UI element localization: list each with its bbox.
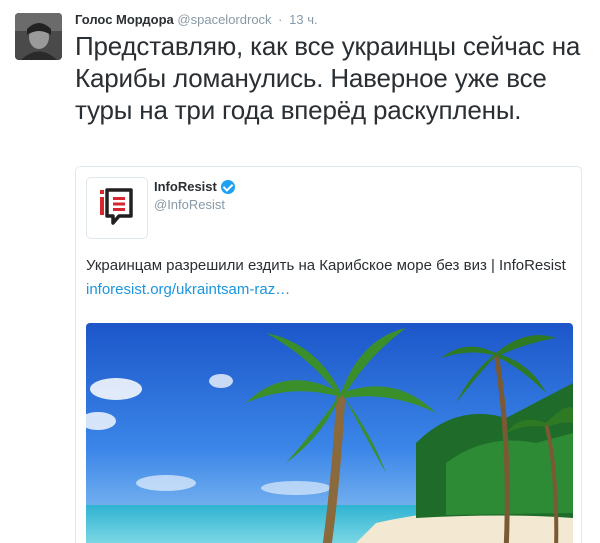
quoted-text: Украинцам разрешили ездить на Карибское … [86, 257, 566, 274]
quoted-link[interactable]: inforesist.org/ukraintsam-raz… [86, 281, 290, 298]
user-avatar[interactable] [15, 13, 62, 60]
user-handle[interactable]: @spacelordrock [177, 12, 271, 27]
quoted-name-row: InfoResist [154, 178, 235, 196]
quoted-handle[interactable]: @InfoResist [154, 196, 225, 214]
beach-palm-image[interactable] [86, 323, 573, 543]
quoted-display-name[interactable]: InfoResist [154, 178, 217, 196]
tweet-text: Представляю, как все украинцы сейчас на … [75, 31, 581, 125]
verified-badge-icon [220, 180, 235, 194]
quoted-text-block: Украинцам разрешили ездить на Карибское … [86, 254, 576, 302]
display-name[interactable]: Голос Мордора [75, 12, 174, 27]
separator-dot: · [278, 12, 283, 27]
tweet-header: Голос Мордора @spacelordrock · 13 ч. [75, 11, 318, 29]
tweet-timestamp[interactable]: 13 ч. [289, 12, 317, 27]
quoted-tweet-card[interactable]: InfoResist @InfoResist Украинцам разреши… [75, 166, 582, 543]
inforesist-logo[interactable] [86, 177, 148, 239]
